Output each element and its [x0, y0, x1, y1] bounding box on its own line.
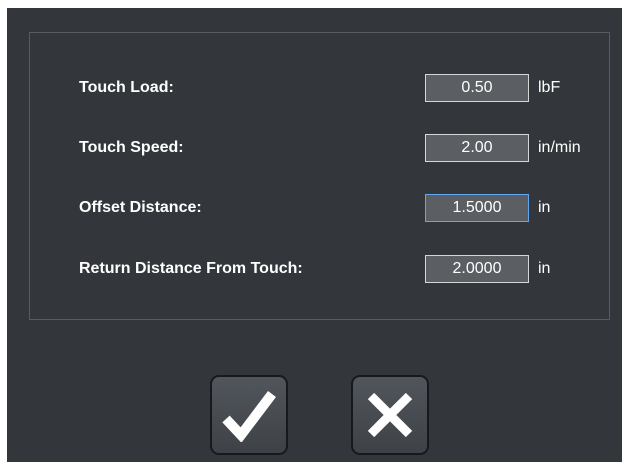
return-distance-input[interactable]: 2.0000	[425, 255, 529, 283]
offset-distance-label: Offset Distance:	[79, 199, 202, 216]
touch-speed-unit: in/min	[538, 139, 581, 156]
return-distance-row: Return Distance From Touch: 2.0000 in	[30, 255, 609, 285]
touch-speed-row: Touch Speed: 2.00 in/min	[30, 134, 609, 164]
touch-speed-label: Touch Speed:	[79, 139, 184, 156]
touch-load-row: Touch Load: 0.50 lbF	[30, 74, 609, 104]
touch-speed-input[interactable]: 2.00	[425, 134, 529, 162]
offset-distance-row: Offset Distance: 1.5000 in	[30, 194, 609, 224]
offset-distance-input[interactable]: 1.5000	[425, 194, 529, 222]
touch-load-input[interactable]: 0.50	[425, 74, 529, 102]
return-distance-label: Return Distance From Touch:	[79, 260, 303, 277]
touch-load-unit: lbF	[538, 79, 561, 96]
checkmark-icon	[222, 390, 276, 442]
x-icon	[367, 392, 413, 438]
offset-distance-unit: in	[538, 199, 551, 216]
ok-button[interactable]	[210, 375, 288, 455]
touch-settings-dialog: Touch Load: 0.50 lbF Touch Speed: 2.00 i…	[7, 8, 622, 462]
settings-group: Touch Load: 0.50 lbF Touch Speed: 2.00 i…	[29, 32, 610, 320]
touch-load-label: Touch Load:	[79, 79, 174, 96]
cancel-button[interactable]	[351, 375, 429, 455]
return-distance-unit: in	[538, 260, 551, 277]
